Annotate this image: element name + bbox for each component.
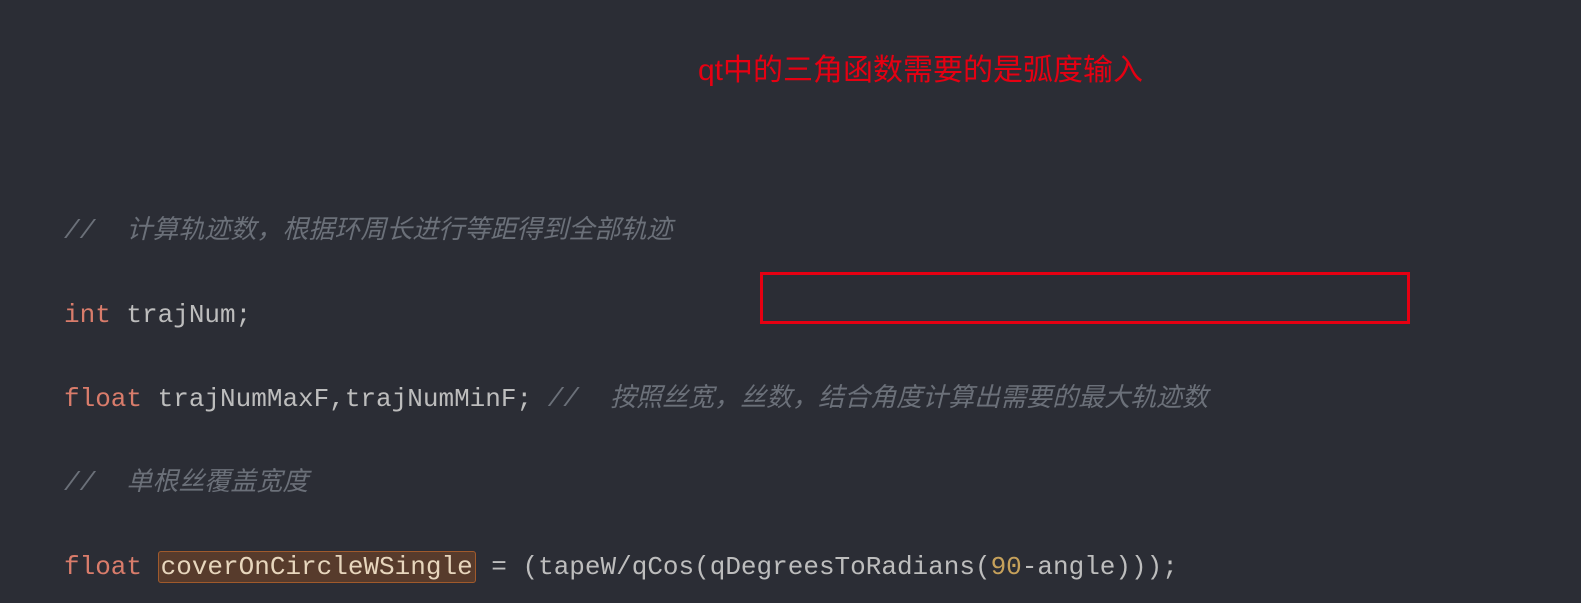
code-line[interactable] [64,42,1208,84]
code-line[interactable]: float trajNumMaxF,trajNumMinF; // 按照丝宽，丝… [64,378,1208,420]
code-text: = (tapeW/qCos(qDegreesToRadians( [476,552,991,582]
code-line[interactable] [64,126,1208,168]
code-line[interactable]: int trajNum; [64,294,1208,336]
number-literal: 90 [991,552,1022,582]
comment-text: // 按照丝宽，丝数，结合角度计算出需要的最大轨迹数 [548,384,1208,414]
code-text: trajNumMaxF,trajNumMinF; [142,384,548,414]
keyword-float: float [64,384,142,414]
comment-text: // 单根丝覆盖宽度 [64,468,308,498]
code-line-comment[interactable]: // 计算轨迹数，根据环周长进行等距得到全部轨迹 [64,210,1208,252]
comment-text: // 计算轨迹数，根据环周长进行等距得到全部轨迹 [64,216,672,246]
code-line-comment[interactable]: // 单根丝覆盖宽度 [64,462,1208,504]
highlighted-identifier: coverOnCircleWSingle [158,551,476,583]
code-line[interactable]: float coverOnCircleWSingle = (tapeW/qCos… [64,546,1208,588]
keyword-int: int [64,300,111,330]
code-editor-viewport[interactable]: // 计算轨迹数，根据环周长进行等距得到全部轨迹 int trajNum; fl… [64,0,1208,603]
code-text: trajNum; [111,300,251,330]
keyword-float: float [64,552,142,582]
code-text: -angle))); [1022,552,1178,582]
